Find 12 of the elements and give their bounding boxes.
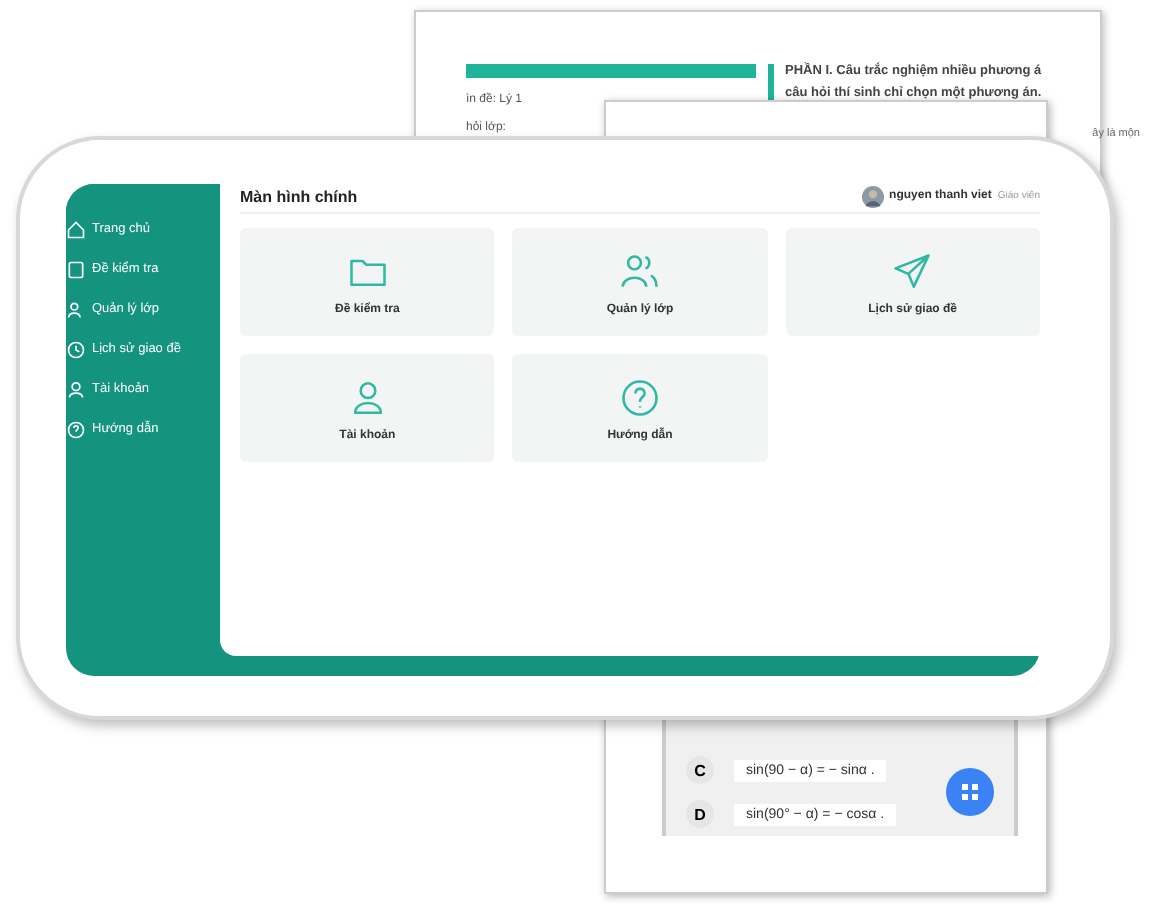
user-icon [66,379,86,399]
send-icon [890,249,935,293]
home-icon [66,219,86,239]
grid-button[interactable] [946,768,994,816]
clock-icon [66,339,86,359]
page-title: Màn hình chính [240,187,358,205]
help-icon [66,419,86,439]
answer-letter: C [686,756,714,784]
doc-icon [66,259,86,279]
help-icon [617,375,662,419]
answer-letter: D [686,800,714,828]
avatar [861,185,884,207]
